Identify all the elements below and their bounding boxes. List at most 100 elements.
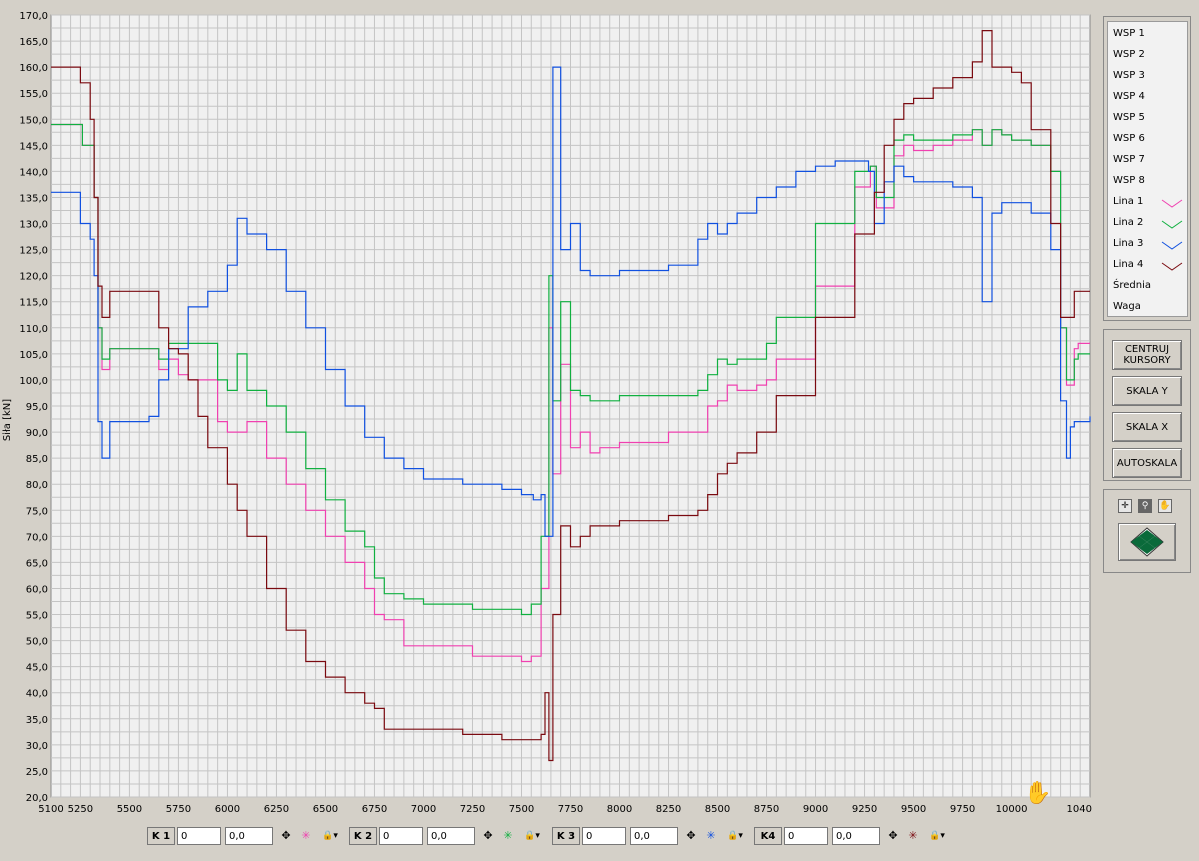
navigation-diamond-svg (1130, 527, 1164, 557)
crosshair-icon[interactable]: ✳ (298, 829, 314, 843)
y-tick-label: 20,0 (26, 793, 48, 804)
x-tick-label: 5250 (68, 804, 93, 815)
skala-y-button[interactable]: SKALA Y (1112, 376, 1182, 406)
legend-item[interactable]: WSP 5 (1113, 112, 1145, 123)
y-tick-label: 125,0 (19, 246, 48, 257)
legend-swatch (1161, 262, 1183, 271)
y-tick-label: 65,0 (26, 558, 48, 569)
x-tick-label: 8500 (705, 804, 730, 815)
cursor-label: K 2 (349, 827, 377, 845)
y-tick-label: 120,0 (19, 272, 48, 283)
y-tick-label: 130,0 (19, 220, 48, 231)
x-tick-label: 9000 (803, 804, 828, 815)
y-tick-label: 165,0 (19, 37, 48, 48)
x-tick-label: 5750 (166, 804, 191, 815)
x-tick-label: 7500 (509, 804, 534, 815)
legend-swatch (1161, 199, 1183, 208)
y-tick-label: 140,0 (19, 167, 48, 178)
cursor-x-input[interactable]: 0 (784, 827, 828, 845)
cursor-x-input[interactable]: 0 (582, 827, 626, 845)
y-tick-label: 115,0 (19, 298, 48, 309)
crosshair-icon[interactable]: ✳ (500, 829, 516, 843)
lock-icon[interactable]: 🔒▾ (724, 829, 746, 843)
y-tick-label: 100,0 (19, 376, 48, 387)
zoom-icon[interactable]: ⚲ (1138, 499, 1152, 513)
cursor-y-input[interactable]: 0,0 (832, 827, 880, 845)
y-tick-label: 155,0 (19, 89, 48, 100)
cursor-x-input[interactable]: 0 (177, 827, 221, 845)
legend-item[interactable]: WSP 2 (1113, 49, 1145, 60)
lock-icon[interactable]: 🔒▾ (319, 829, 341, 843)
legend-item[interactable]: Lina 3 (1113, 238, 1143, 249)
y-tick-label: 80,0 (26, 480, 48, 491)
cursor-control-1: K 1 0 0,0 ✥ ✳ 🔒▾ (147, 827, 347, 847)
y-tick-label: 160,0 (19, 63, 48, 74)
lock-icon[interactable]: 🔒▾ (521, 829, 543, 843)
crosshair-icon[interactable]: ✛ (1118, 499, 1132, 513)
move-cursor-icon[interactable]: ✥ (278, 829, 294, 843)
legend-item[interactable]: WSP 1 (1113, 28, 1145, 39)
plot-legend[interactable]: WSP 1 WSP 2 WSP 3 WSP 4 WSP 5 WSP 6 WSP 7 WSP 8… (1103, 16, 1191, 321)
chart-svg[interactable]: 20,0 25,0 30,0 35,0 40,0 45,0 50,0 55,0 60,0 65,0… (0, 0, 1199, 861)
y-tick-label: 40,0 (26, 689, 48, 700)
legend-item[interactable]: Waga (1113, 301, 1141, 312)
cursor-y-input[interactable]: 0,0 (427, 827, 475, 845)
y-tick-label: 60,0 (26, 584, 48, 595)
legend-item[interactable]: WSP 8 (1113, 175, 1145, 186)
navigation-diamond-icon[interactable] (1118, 523, 1176, 561)
move-cursor-icon[interactable]: ✥ (885, 829, 901, 843)
legend-item[interactable]: Lina 1 (1113, 196, 1143, 207)
legend-item[interactable]: WSP 4 (1113, 91, 1145, 102)
x-tick-label: 6250 (264, 804, 289, 815)
x-tick-label: 6750 (362, 804, 387, 815)
y-tick-label: 90,0 (26, 428, 48, 439)
x-tick-label: 5500 (117, 804, 142, 815)
legend-item[interactable]: WSP 6 (1113, 133, 1145, 144)
legend-item[interactable]: Średnia (1113, 280, 1151, 291)
y-tick-label: 135,0 (19, 193, 48, 204)
y-tick-label: 95,0 (26, 402, 48, 413)
y-tick-label: 110,0 (19, 324, 48, 335)
y-tick-label: 25,0 (26, 767, 48, 778)
cursor-y-input[interactable]: 0,0 (225, 827, 273, 845)
legend-item[interactable]: WSP 3 (1113, 70, 1145, 81)
x-tick-label: 8250 (656, 804, 681, 815)
y-axis-label: Siła [kN] (2, 399, 13, 441)
x-tick-label: 5100 (38, 804, 63, 815)
legend-list: WSP 1 WSP 2 WSP 3 WSP 4 WSP 5 WSP 6 WSP 7 WSP 8… (1107, 21, 1188, 317)
cursor-y-input[interactable]: 0,0 (630, 827, 678, 845)
cursor-label: K 3 (552, 827, 580, 845)
cursor-control-4: K4 0 0,0 ✥ ✳ 🔒▾ (754, 827, 954, 847)
legend-item[interactable]: WSP 7 (1113, 154, 1145, 165)
x-tick-label: 7000 (411, 804, 436, 815)
y-tick-label: 70,0 (26, 532, 48, 543)
autoskala-button[interactable]: AUTOSKALA (1112, 448, 1182, 478)
y-tick-label: 105,0 (19, 350, 48, 361)
centruj-kursory-button[interactable]: CENTRUJ KURSORY (1112, 340, 1182, 370)
hand-cursor-icon: ✋ (1024, 781, 1052, 806)
cursor-label: K 1 (147, 827, 175, 845)
legend-swatch (1161, 241, 1183, 250)
legend-item[interactable]: Lina 4 (1113, 259, 1143, 270)
x-tick-label: 9500 (901, 804, 926, 815)
y-tick-label: 50,0 (26, 637, 48, 648)
legend-item[interactable]: Lina 2 (1113, 217, 1143, 228)
x-tick-label: 6000 (215, 804, 240, 815)
x-tick-label: 7750 (558, 804, 583, 815)
x-tick-label: 8000 (607, 804, 632, 815)
legend-swatch (1161, 220, 1183, 229)
x-tick-label: 10000 (996, 804, 1028, 815)
crosshair-icon[interactable]: ✳ (905, 829, 921, 843)
x-tick-label: 7250 (460, 804, 485, 815)
x-tick-label: 1040 (1067, 804, 1092, 815)
x-tick-label: 9250 (852, 804, 877, 815)
skala-x-button[interactable]: SKALA X (1112, 412, 1182, 442)
move-cursor-icon[interactable]: ✥ (683, 829, 699, 843)
hand-pan-icon[interactable]: ✋ (1158, 499, 1172, 513)
x-tick-label: 8750 (754, 804, 779, 815)
lock-icon[interactable]: 🔒▾ (926, 829, 948, 843)
y-tick-label: 45,0 (26, 663, 48, 674)
cursor-x-input[interactable]: 0 (379, 827, 423, 845)
move-cursor-icon[interactable]: ✥ (480, 829, 496, 843)
crosshair-icon[interactable]: ✳ (703, 829, 719, 843)
